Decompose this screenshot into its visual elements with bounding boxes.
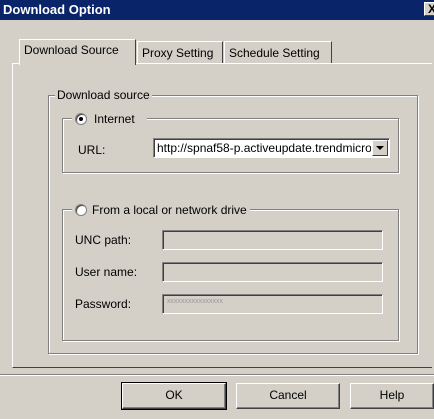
ok-button[interactable]: OK bbox=[121, 382, 227, 410]
url-label: URL: bbox=[78, 143, 106, 157]
user-name-field[interactable] bbox=[162, 262, 383, 282]
chevron-down-icon bbox=[376, 146, 384, 150]
internet-group: Internet URL: http://spnaf58-p.activeupd… bbox=[62, 111, 399, 173]
internet-label: Internet bbox=[94, 112, 135, 126]
unc-path-label: UNC path: bbox=[75, 233, 132, 247]
download-source-group-title: Download source bbox=[55, 88, 152, 102]
local-drive-label: From a local or network drive bbox=[92, 203, 247, 217]
bottom-separator bbox=[0, 374, 434, 376]
password-label: Password: bbox=[75, 297, 132, 311]
url-combobox[interactable]: http://spnaf58-p.activeupdate.trendmicro… bbox=[153, 138, 390, 158]
window-title: Download Option bbox=[3, 2, 111, 17]
url-value: http://spnaf58-p.activeupdate.trendmicro… bbox=[157, 141, 371, 155]
internet-radio[interactable] bbox=[75, 113, 87, 125]
ok-button-label: OK bbox=[165, 388, 183, 402]
tab-download-source[interactable]: Download Source bbox=[19, 39, 136, 65]
password-mask: xxxxxxxxxxxxxxxx bbox=[167, 298, 223, 305]
local-drive-option[interactable]: From a local or network drive bbox=[72, 202, 250, 218]
tab-label: Schedule Setting bbox=[229, 46, 320, 60]
title-bar: Download Option X bbox=[0, 0, 434, 20]
download-source-group: Download source Internet URL: http://spn… bbox=[48, 88, 418, 354]
tab-label: Proxy Setting bbox=[142, 46, 214, 60]
tab-schedule-setting[interactable]: Schedule Setting bbox=[224, 41, 332, 63]
unc-path-field[interactable] bbox=[162, 230, 383, 250]
close-button[interactable]: X bbox=[424, 2, 434, 16]
tab-proxy-setting[interactable]: Proxy Setting bbox=[137, 41, 223, 63]
user-name-label: User name: bbox=[75, 265, 138, 279]
tab-label: Download Source bbox=[24, 43, 119, 57]
cancel-button-label: Cancel bbox=[269, 388, 307, 402]
internet-option[interactable]: Internet bbox=[72, 111, 147, 127]
close-icon: X bbox=[428, 2, 434, 16]
password-field[interactable]: xxxxxxxxxxxxxxxx bbox=[162, 294, 383, 314]
help-button[interactable]: Help bbox=[350, 383, 434, 409]
url-dropdown-button[interactable] bbox=[372, 140, 388, 156]
local-drive-group: From a local or network drive UNC path: … bbox=[62, 202, 399, 341]
download-source-panel: Download source Internet URL: http://spn… bbox=[12, 63, 432, 368]
cancel-button[interactable]: Cancel bbox=[236, 383, 340, 409]
help-button-label: Help bbox=[379, 388, 405, 402]
local-drive-radio[interactable] bbox=[75, 204, 87, 216]
